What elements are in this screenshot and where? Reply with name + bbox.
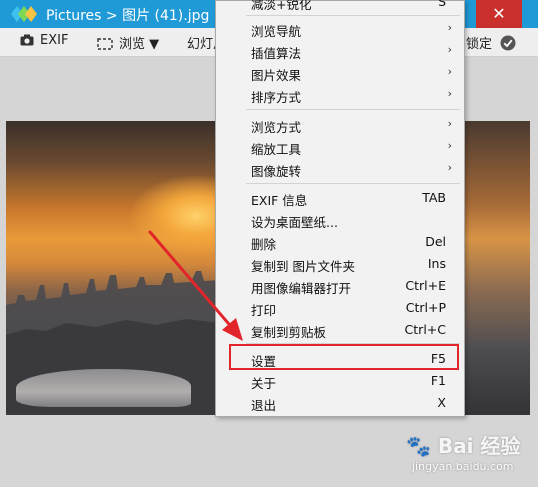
submenu-arrow-icon: ›: [447, 139, 452, 152]
menu-item-dodge-sharpen[interactable]: 减淡+锐化 S: [216, 0, 464, 13]
fullscreen-icon: [97, 38, 113, 50]
submenu-arrow-icon: ›: [447, 43, 452, 56]
exif-label: EXIF: [40, 33, 69, 48]
baidu-paw-icon: 🐾: [406, 434, 431, 458]
menu-item-image-effects[interactable]: 图片效果 ›: [216, 62, 464, 84]
app-logo-icon: [11, 6, 37, 22]
close-button[interactable]: ✕: [476, 0, 522, 28]
menu-item-browse-mode[interactable]: 浏览方式 ›: [216, 114, 464, 136]
menu-item-set-wallpaper[interactable]: 设为桌面壁纸...: [216, 209, 464, 231]
menu-item-zoom-tools[interactable]: 缩放工具 ›: [216, 136, 464, 158]
settings-highlight-box: [229, 344, 459, 370]
lock-button[interactable]: 锁定: [466, 33, 516, 52]
browse-label: 浏览 ▼: [119, 37, 160, 52]
menu-item-about[interactable]: 关于 F1: [216, 370, 464, 392]
menu-item-print[interactable]: 打印 Ctrl+P: [216, 297, 464, 319]
menu-item-exif-info[interactable]: EXIF 信息 TAB: [216, 187, 464, 209]
watermark-url: jingyan.baidu.com: [412, 460, 514, 473]
lock-label: 锁定: [466, 37, 493, 52]
menu-item-delete[interactable]: 删除 Del: [216, 231, 464, 253]
baidu-jingyan-logo: 🐾 Bai 经验: [406, 434, 521, 458]
menu-separator: [246, 15, 460, 16]
menu-item-image-rotation[interactable]: 图像旋转 ›: [216, 158, 464, 180]
menu-item-sort-order[interactable]: 排序方式 ›: [216, 84, 464, 106]
menu-item-browse-navigation[interactable]: 浏览导航 ›: [216, 18, 464, 40]
menu-item-interpolation[interactable]: 插值算法 ›: [216, 40, 464, 62]
menu-item-open-in-editor[interactable]: 用图像编辑器打开 Ctrl+E: [216, 275, 464, 297]
browse-dropdown[interactable]: 浏览 ▼: [97, 33, 159, 52]
menu-item-exit[interactable]: 退出 X: [216, 392, 464, 414]
photo-sunset-city: [6, 121, 220, 415]
submenu-arrow-icon: ›: [447, 21, 452, 34]
submenu-arrow-icon: ›: [447, 161, 452, 174]
camera-icon: [20, 34, 34, 46]
submenu-arrow-icon: ›: [447, 65, 452, 78]
check-circle-icon: [500, 35, 516, 51]
menu-separator: [246, 109, 460, 110]
menu-separator: [246, 183, 460, 184]
submenu-arrow-icon: ›: [447, 87, 452, 100]
menu-item-copy-to-clipboard[interactable]: 复制到剪贴板 Ctrl+C: [216, 319, 464, 341]
submenu-arrow-icon: ›: [447, 117, 452, 130]
menu-item-copy-to-pictures[interactable]: 复制到 图片文件夹 Ins: [216, 253, 464, 275]
lake-reflection: [16, 369, 191, 407]
exif-button[interactable]: EXIF: [20, 33, 68, 48]
window-title: Pictures > 图片 (41).jpg [2/2: [46, 8, 242, 24]
